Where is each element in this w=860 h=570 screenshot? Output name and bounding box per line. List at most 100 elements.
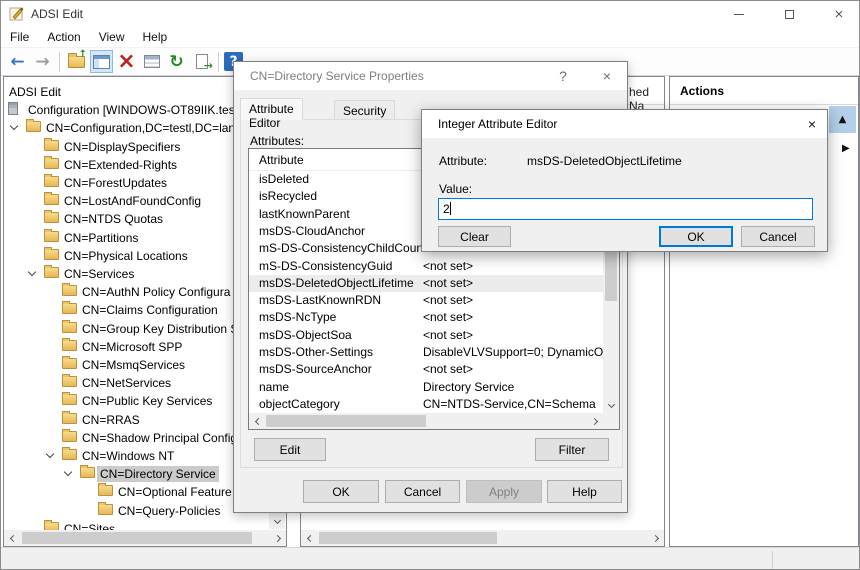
chevron-expanded-icon[interactable] [64, 468, 72, 476]
console-tree-icon[interactable] [90, 50, 113, 73]
integer-cancel-button[interactable]: Cancel [741, 226, 815, 247]
tree-item-label: CN=Directory Service [97, 466, 219, 482]
tree-hscroll-left-button[interactable] [4, 530, 20, 546]
tree-item[interactable]: CN=RRAS [4, 410, 270, 428]
attributes-hscroll-right-button[interactable] [587, 413, 603, 429]
list-hscroll-left-button[interactable] [301, 530, 317, 546]
tree-item-label: CN=Physical Locations [61, 248, 191, 264]
table-row[interactable]: msDS-ObjectSoa<not set> [249, 327, 603, 344]
table-row[interactable]: objectCategory CN=NTDS-Service,CN=Schema [249, 396, 603, 413]
menu-item-action[interactable]: Action [38, 28, 89, 46]
export-list-icon[interactable]: → [190, 50, 213, 73]
tree-hscrollbar[interactable] [4, 530, 286, 546]
ok-button[interactable]: OK [303, 480, 379, 503]
tree-item[interactable]: CN=NetServices [4, 373, 270, 391]
tree-item[interactable]: CN=Query-Policies [4, 501, 270, 519]
minimize-button[interactable] [719, 1, 759, 27]
table-row[interactable]: msDS-Other-SettingsDisableVLVSupport=0; … [249, 344, 603, 361]
tab-security[interactable]: Security [334, 100, 395, 120]
menu-item-view[interactable]: View [90, 28, 134, 46]
maximize-button[interactable] [769, 1, 809, 27]
chevron-expanded-icon[interactable] [28, 268, 36, 276]
table-row[interactable]: msDS-NcType<not set> [249, 309, 603, 326]
apply-button[interactable]: Apply [466, 480, 542, 503]
menu-item-help[interactable]: Help [134, 28, 177, 46]
tree-item[interactable]: CN=Shadow Principal Config [4, 428, 270, 446]
value-input[interactable]: 2 [438, 198, 813, 220]
tree-item[interactable]: CN=Directory Service [4, 464, 270, 482]
tab-attribute-editor[interactable]: Attribute Editor [240, 98, 303, 120]
tree-item[interactable]: CN=LostAndFoundConfig [4, 191, 270, 209]
folder-icon [44, 249, 59, 260]
tree-item-label: ADSI Edit [6, 84, 64, 100]
attributes-hscroll-thumb[interactable] [266, 415, 426, 427]
adsi-edit-icon [9, 6, 25, 22]
properties-icon[interactable] [140, 50, 163, 73]
attributes-label: Attributes: [250, 134, 304, 148]
more-actions-arrow[interactable]: ▶ [842, 143, 850, 154]
help-button[interactable]: Help [547, 480, 622, 503]
up-one-level-icon[interactable]: ↑ [65, 50, 88, 73]
list-hscrollbar[interactable] [301, 530, 664, 546]
folder-icon [44, 158, 59, 169]
tree-item[interactable]: Configuration [WINDOWS-OT89IIK.testl [4, 100, 270, 118]
integer-ok-button[interactable]: OK [659, 226, 733, 247]
tree-item[interactable]: CN=Services [4, 264, 270, 282]
tree-item[interactable]: CN=Public Key Services [4, 391, 270, 409]
filter-button[interactable]: Filter [535, 438, 609, 461]
refresh-icon[interactable] [165, 50, 188, 73]
minimize-icon [734, 14, 744, 15]
tree-item[interactable]: CN=Extended-Rights [4, 155, 270, 173]
tree-item[interactable]: CN=Windows NT [4, 446, 270, 464]
table-row[interactable]: mS-DS-ConsistencyGuid<not set> [249, 258, 603, 275]
cancel-button[interactable]: Cancel [385, 480, 460, 503]
actions-header: Actions [670, 77, 858, 105]
table-row[interactable]: nameDirectory Service [249, 379, 603, 396]
list-hscroll-thumb[interactable] [319, 532, 497, 544]
dialog-close-button[interactable]: × [592, 62, 622, 90]
integer-dialog-close-button[interactable]: × [797, 110, 827, 138]
tree-item[interactable]: CN=Optional Feature [4, 482, 270, 500]
forward-icon[interactable] [31, 50, 54, 73]
status-bar-divider [772, 551, 773, 569]
tree-item[interactable]: CN=DisplaySpecifiers [4, 137, 270, 155]
tree-item[interactable]: CN=AuthN Policy Configura [4, 282, 270, 300]
list-hscroll-right-button[interactable] [648, 530, 664, 546]
back-icon[interactable] [6, 50, 29, 73]
menu-bar: FileActionViewHelp [1, 27, 860, 48]
menu-item-file[interactable]: File [1, 28, 38, 46]
attributes-hscrollbar[interactable] [249, 413, 603, 429]
tree-item[interactable]: CN=Group Key Distribution S [4, 319, 270, 337]
tree-hscroll-thumb[interactable] [22, 532, 252, 544]
tree-item[interactable]: CN=Microsoft SPP [4, 337, 270, 355]
table-row[interactable]: msDS-DeletedObjectLifetime<not set> [249, 275, 603, 292]
close-button[interactable]: × [819, 1, 859, 27]
tree-hscroll-right-button[interactable] [270, 530, 286, 546]
clear-button[interactable]: Clear [438, 226, 511, 247]
delete-icon[interactable] [115, 50, 138, 73]
tree-item[interactable]: ADSI Edit [4, 82, 270, 100]
actions-collapse-button[interactable]: ▲ [829, 106, 856, 133]
table-row[interactable]: msDS-LastKnownRDN<not set> [249, 292, 603, 309]
toolbar-separator [59, 52, 60, 72]
attributes-hscroll-left-button[interactable] [249, 413, 265, 429]
tree-vscroll-down-button[interactable] [269, 513, 285, 529]
tree-item[interactable]: CN=Physical Locations [4, 246, 270, 264]
chevron-expanded-icon[interactable] [46, 450, 54, 458]
table-row[interactable]: msDS-SourceAnchor<not set> [249, 361, 603, 378]
tree-item[interactable]: CN=ForestUpdates [4, 173, 270, 191]
attributes-vscroll-down-button[interactable] [603, 397, 619, 413]
dialog-help-button[interactable]: ? [548, 62, 578, 90]
integer-attribute-editor-dialog: Integer Attribute Editor × Attribute: ms… [421, 109, 828, 252]
toolbar-separator [218, 52, 219, 72]
tree-item[interactable]: CN=NTDS Quotas [4, 209, 270, 227]
attribute-value-cell: CN=NTDS-Service,CN=Schema [423, 397, 596, 411]
edit-button[interactable]: Edit [254, 438, 326, 461]
tree-item[interactable]: CN=Claims Configuration [4, 300, 270, 318]
tree-item[interactable]: CN=Configuration,DC=testl,DC=lan [4, 118, 270, 136]
attribute-column-header[interactable]: Attribute [259, 153, 304, 167]
attribute-name-cell: objectCategory [259, 397, 340, 411]
tree-item[interactable]: CN=MsmqServices [4, 355, 270, 373]
chevron-expanded-icon[interactable] [10, 122, 18, 130]
tree-item[interactable]: CN=Partitions [4, 228, 270, 246]
